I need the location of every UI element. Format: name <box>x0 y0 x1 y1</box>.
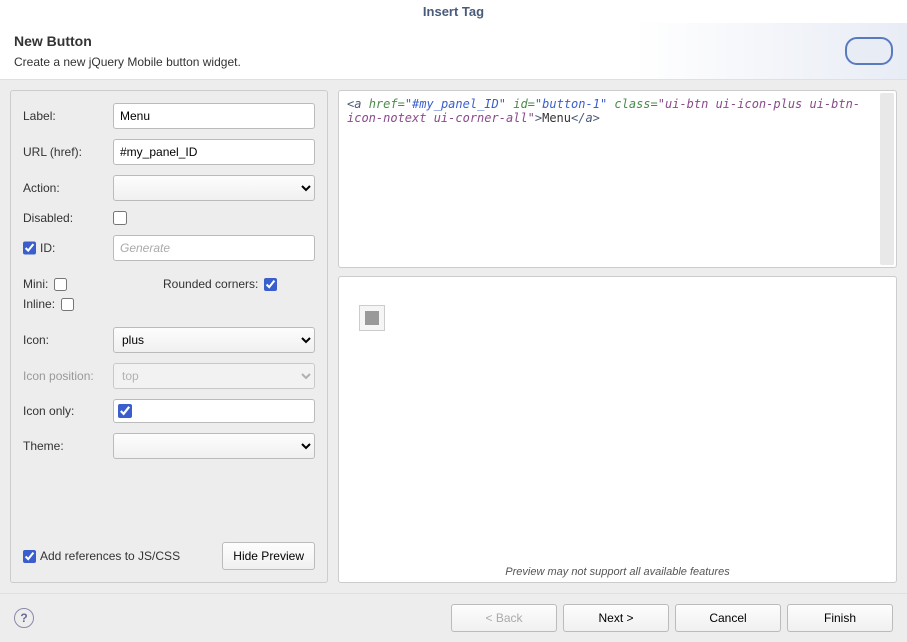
dialog-header: New Button Create a new jQuery Mobile bu… <box>0 23 907 80</box>
addrefs-checkbox[interactable] <box>23 550 36 563</box>
icon-label: Icon: <box>23 333 113 347</box>
iconpos-select: top <box>113 363 315 389</box>
rounded-checkbox[interactable] <box>264 278 277 291</box>
back-button[interactable]: < Back <box>451 604 557 632</box>
code-preview[interactable]: <a href="#my_panel_ID" id="button-1" cla… <box>338 90 897 268</box>
label-input[interactable] <box>113 103 315 129</box>
mini-checkbox[interactable] <box>54 278 67 291</box>
next-button[interactable]: Next > <box>563 604 669 632</box>
help-icon[interactable]: ? <box>14 608 34 628</box>
url-label: URL (href): <box>23 145 113 159</box>
id-checkbox[interactable] <box>23 241 36 255</box>
cancel-button[interactable]: Cancel <box>675 604 781 632</box>
dialog-title: Insert Tag <box>0 0 907 23</box>
id-input[interactable] <box>113 235 315 261</box>
finish-button[interactable]: Finish <box>787 604 893 632</box>
url-input[interactable] <box>113 139 315 165</box>
button-widget-icon <box>845 37 893 65</box>
label-label: Label: <box>23 109 113 123</box>
preview-button-widget[interactable] <box>359 305 385 331</box>
properties-form: Label: URL (href): Action: Disabled: ID: <box>10 90 328 583</box>
disabled-label: Disabled: <box>23 211 113 225</box>
header-subheading: Create a new jQuery Mobile button widget… <box>14 55 241 69</box>
action-select[interactable] <box>113 175 315 201</box>
header-heading: New Button <box>14 33 241 49</box>
icononly-checkbox[interactable] <box>118 404 132 418</box>
addrefs-label: Add references to JS/CSS <box>40 549 180 563</box>
live-preview: Preview may not support all available fe… <box>338 276 897 583</box>
action-label: Action: <box>23 181 113 195</box>
disabled-checkbox[interactable] <box>113 211 127 225</box>
rounded-label: Rounded corners: <box>163 277 258 291</box>
iconpos-label: Icon position: <box>23 369 113 383</box>
theme-select[interactable] <box>113 433 315 459</box>
preview-note: Preview may not support all available fe… <box>339 566 896 578</box>
mini-label: Mini: <box>23 277 48 291</box>
code-scrollbar[interactable] <box>880 93 894 265</box>
inline-checkbox[interactable] <box>61 298 74 311</box>
icon-select[interactable]: plus <box>113 327 315 353</box>
icononly-label: Icon only: <box>23 404 113 418</box>
plus-icon <box>365 311 379 325</box>
hide-preview-button[interactable]: Hide Preview <box>222 542 315 570</box>
inline-label: Inline: <box>23 297 55 311</box>
id-label: ID: <box>40 241 113 255</box>
theme-label: Theme: <box>23 439 113 453</box>
